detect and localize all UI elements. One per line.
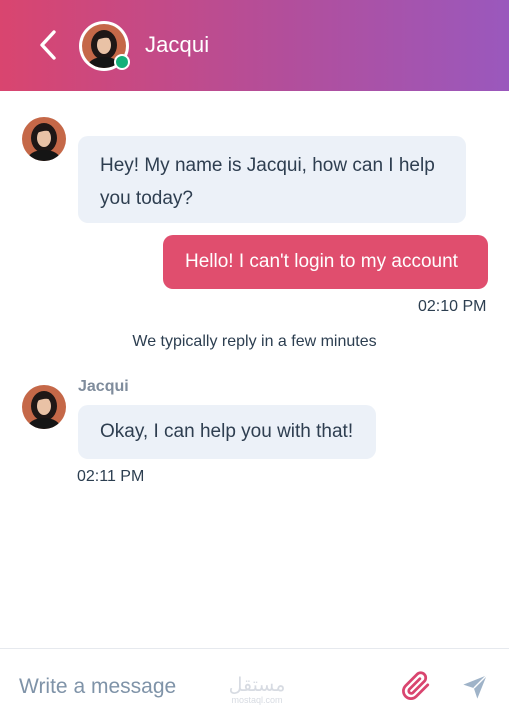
message-timestamp: 02:10 PM bbox=[418, 298, 487, 315]
sender-name: Jacqui bbox=[78, 378, 129, 395]
chat-header: Jacqui bbox=[0, 0, 509, 91]
outgoing-message: Hello! I can't login to my account bbox=[163, 235, 488, 289]
message-input[interactable] bbox=[19, 669, 379, 705]
message-timestamp: 02:11 PM bbox=[77, 468, 145, 485]
attach-button[interactable] bbox=[401, 671, 431, 701]
incoming-message: Hey! My name is Jacqui, how can I help y… bbox=[78, 136, 466, 223]
send-icon bbox=[463, 674, 488, 699]
send-button[interactable] bbox=[461, 673, 489, 701]
watermark-url: mostaql.com bbox=[231, 695, 283, 705]
contact-avatar[interactable] bbox=[79, 21, 130, 71]
chevron-left-icon bbox=[40, 30, 56, 60]
watermark-logo: مستقل mostaql.com bbox=[222, 675, 292, 711]
back-button[interactable] bbox=[34, 28, 62, 62]
message-composer: مستقل mostaql.com bbox=[0, 648, 509, 723]
incoming-message: Okay, I can help you with that! bbox=[78, 405, 376, 459]
chat-window: Jacqui Hey! My name is Jacqui, how can I… bbox=[0, 0, 509, 723]
contact-name: Jacqui bbox=[145, 32, 210, 57]
agent-avatar bbox=[22, 385, 66, 429]
watermark-arabic: مستقل bbox=[228, 674, 286, 696]
agent-avatar bbox=[22, 117, 66, 161]
paperclip-icon bbox=[402, 671, 430, 700]
reply-time-note: We typically reply in a few minutes bbox=[132, 333, 377, 350]
online-status-indicator bbox=[114, 54, 130, 70]
